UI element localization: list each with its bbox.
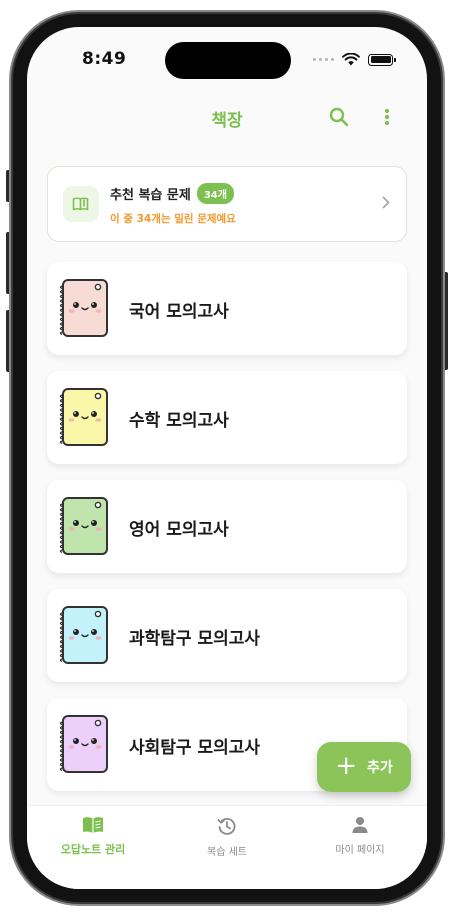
notebook-icon <box>57 605 113 667</box>
volume-up-button <box>6 232 11 294</box>
add-button-label: 추가 <box>367 760 393 776</box>
notebook-item-math[interactable]: 수학 모의고사 <box>47 371 407 464</box>
person-icon <box>352 817 368 833</box>
notebook-title: 과학탐구 모의고사 <box>129 629 261 649</box>
count-badge: 34개 <box>196 183 234 204</box>
more-menu-button[interactable] <box>373 103 401 131</box>
page-title: 책장 <box>211 111 243 131</box>
app-header: 책장 <box>27 99 427 135</box>
wifi-icon <box>342 53 360 66</box>
plus-icon: + <box>335 751 358 781</box>
recommended-title: 추천 복습 문제 <box>110 188 191 203</box>
history-icon <box>217 818 236 835</box>
battery-icon <box>368 53 396 66</box>
tab-label: 오답노트 관리 <box>60 843 126 856</box>
status-bar: 8:49 <box>27 27 427 83</box>
notebook-icon <box>57 496 113 558</box>
volume-down-button <box>6 310 11 372</box>
recommended-review-card[interactable]: 추천 복습 문제 34개 이 중 34개는 밀린 문제예요 <box>47 166 407 242</box>
notebook-icon <box>57 714 113 776</box>
add-notebook-button[interactable]: + 추가 <box>317 742 411 792</box>
power-button <box>443 272 448 370</box>
overdue-notice: 이 중 34개는 밀린 문제예요 <box>110 213 236 225</box>
notebook-title: 수학 모의고사 <box>129 411 229 431</box>
notebook-title: 영어 모의고사 <box>129 520 229 540</box>
open-book-icon <box>83 817 103 833</box>
tab-wrong-answer-notes[interactable]: 오답노트 관리 <box>33 816 153 857</box>
dynamic-island <box>165 42 291 79</box>
tab-my-page[interactable]: 마이 페이지 <box>300 816 420 856</box>
tab-label: 마이 페이지 <box>335 845 385 856</box>
notebook-title: 국어 모의고사 <box>129 302 229 322</box>
recommended-title-row: 추천 복습 문제 34개 <box>110 183 234 204</box>
notebook-title: 사회탐구 모의고사 <box>129 738 261 758</box>
cellular-signal-icon <box>313 58 334 61</box>
status-time: 8:49 <box>82 49 127 69</box>
more-vertical-icon <box>384 108 390 126</box>
phone-screen: 8:49 책장 추천 복습 문제 34개 이 중 34개는 밀린 문제예요 국어… <box>27 27 427 889</box>
book-pen-icon <box>63 186 99 222</box>
notebook-item-science[interactable]: 과학탐구 모의고사 <box>47 589 407 682</box>
bottom-tab-bar: 오답노트 관리 복습 세트 마이 페이지 <box>27 805 427 889</box>
chevron-right-icon <box>382 196 390 209</box>
notebook-icon <box>57 387 113 449</box>
status-icons <box>313 53 396 66</box>
search-icon <box>329 107 349 127</box>
notebook-item-english[interactable]: 영어 모의고사 <box>47 480 407 573</box>
search-button[interactable] <box>325 103 353 131</box>
notebook-item-korean[interactable]: 국어 모의고사 <box>47 262 407 355</box>
notebook-icon <box>57 278 113 340</box>
action-button <box>6 170 11 202</box>
tab-review-sets[interactable]: 복습 세트 <box>167 816 287 858</box>
tab-label: 복습 세트 <box>207 847 247 858</box>
